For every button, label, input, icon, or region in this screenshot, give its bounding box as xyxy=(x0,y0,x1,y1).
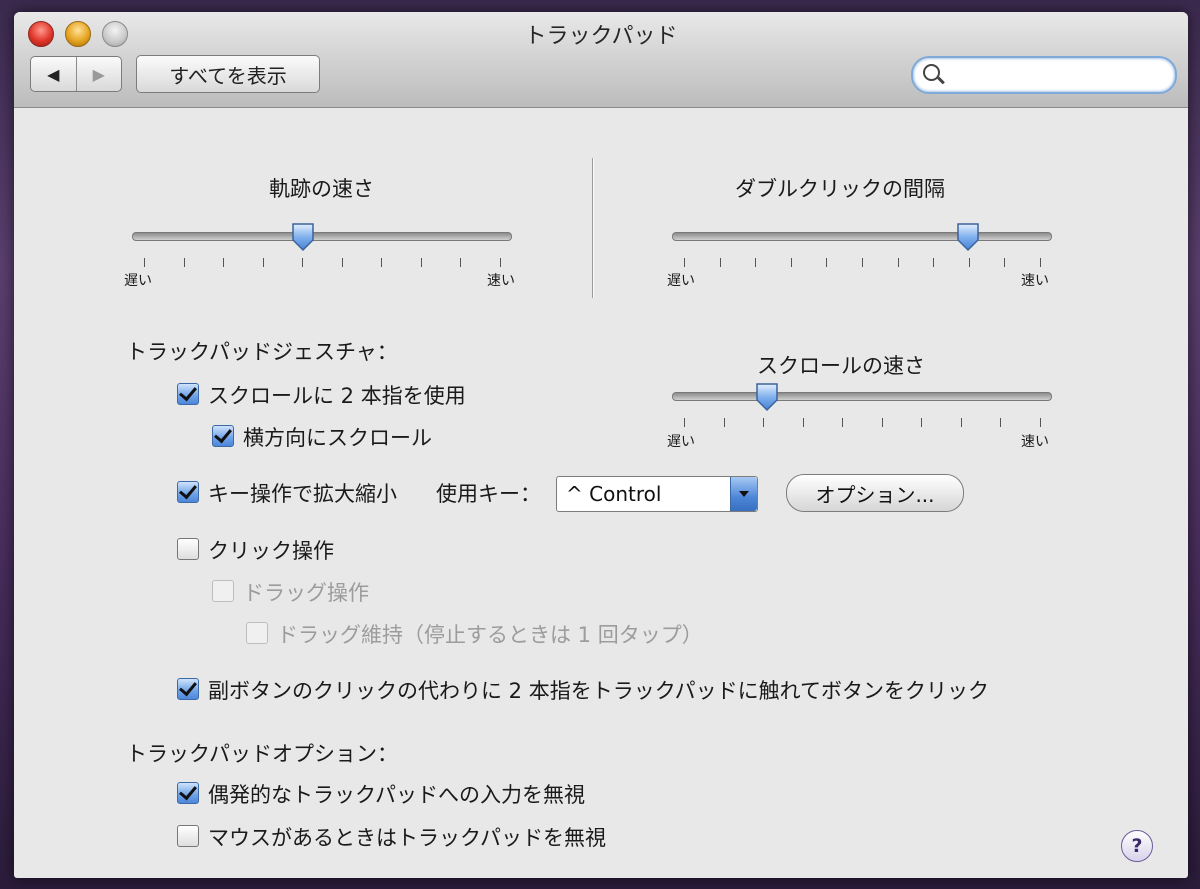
horizontal-scroll-label: 横方向にスクロール xyxy=(243,426,432,450)
slider-tick xyxy=(183,258,185,267)
slider-tick xyxy=(723,418,725,427)
tracking-max-label: 速い xyxy=(487,273,515,289)
search-icon xyxy=(923,64,940,81)
slider-tick xyxy=(968,258,970,267)
slider-track xyxy=(132,232,512,241)
ignore-accidental-checkbox[interactable] xyxy=(177,782,199,804)
preferences-content: 軌跡の速さ 遅い 速い ダブルクリックの間隔 遅い 速い トラックパッドジェスチ… xyxy=(14,108,1188,878)
slider-tick xyxy=(933,258,935,267)
dragging-checkbox[interactable] xyxy=(212,580,234,602)
slider-ticks xyxy=(132,258,512,268)
slider-tick xyxy=(842,418,844,427)
clicking-checkbox[interactable] xyxy=(177,538,199,560)
slider-track xyxy=(672,392,1052,401)
scroll-speed-slider[interactable] xyxy=(672,382,1052,434)
gestures-heading: トラックパッドジェスチャ： xyxy=(126,340,398,364)
slider-tick xyxy=(790,258,792,267)
slider-ticks xyxy=(672,258,1052,268)
forward-arrow-icon: ▶ xyxy=(92,64,105,84)
scroll-speed-min-label: 遅い xyxy=(667,434,695,450)
modifier-key-label: 使用キー： xyxy=(436,482,541,506)
two-finger-scroll-label: スクロールに 2 本指を使用 xyxy=(208,384,466,408)
dragging-label: ドラッグ操作 xyxy=(243,581,369,605)
slider-tick xyxy=(755,258,757,267)
slider-tick xyxy=(826,258,828,267)
slider-tick xyxy=(420,258,422,267)
slider-tick xyxy=(897,258,899,267)
forward-button[interactable]: ▶ xyxy=(75,57,122,91)
slider-tick xyxy=(144,258,145,267)
double-click-min-label: 遅い xyxy=(667,273,695,289)
tracking-speed-label: 軌跡の速さ xyxy=(269,177,374,201)
zoom-checkbox[interactable] xyxy=(177,481,199,503)
slider-track xyxy=(672,232,1052,241)
options-heading: トラックパッドオプション： xyxy=(126,742,398,766)
double-click-max-label: 速い xyxy=(1021,273,1049,289)
slider-tick xyxy=(684,258,685,267)
chevron-down-icon xyxy=(730,477,757,511)
title-bar: トラックパッド ◀ ▶ すべてを表示 xyxy=(14,12,1188,108)
slider-tick xyxy=(302,258,304,267)
slider-tick xyxy=(1040,418,1041,427)
slider-tick xyxy=(684,418,685,427)
search-field[interactable] xyxy=(911,56,1177,94)
slider-tick xyxy=(381,258,383,267)
secondary-click-label: 副ボタンのクリックの代わりに 2 本指をトラックパッドに触れてボタンをクリック xyxy=(208,679,990,703)
slider-thumb[interactable] xyxy=(956,222,980,252)
slider-tick xyxy=(862,258,863,267)
slider-ticks xyxy=(672,418,1052,428)
ignore-with-mouse-checkbox[interactable] xyxy=(177,825,199,847)
slider-tick xyxy=(719,258,721,267)
slider-thumb[interactable] xyxy=(291,222,315,252)
ignore-with-mouse-label: マウスがあるときはトラックパッドを無視 xyxy=(208,826,606,850)
drag-lock-label: ドラッグ維持（停止するときは 1 回タップ） xyxy=(277,623,703,647)
search-input[interactable] xyxy=(947,62,1166,88)
slider-tick xyxy=(1000,418,1002,427)
clicking-label: クリック操作 xyxy=(208,539,334,563)
double-click-slider[interactable] xyxy=(672,222,1052,274)
slider-tick xyxy=(960,418,962,427)
scroll-speed-label: スクロールの速さ xyxy=(757,354,925,378)
two-finger-scroll-checkbox[interactable] xyxy=(177,383,199,405)
tracking-min-label: 遅い xyxy=(124,273,152,289)
slider-thumb[interactable] xyxy=(755,382,779,412)
scroll-speed-max-label: 速い xyxy=(1021,434,1049,450)
double-click-label: ダブルクリックの間隔 xyxy=(735,177,945,201)
secondary-click-checkbox[interactable] xyxy=(177,678,199,700)
slider-tick xyxy=(262,258,264,267)
slider-tick xyxy=(802,418,804,427)
vertical-divider xyxy=(592,158,594,298)
horizontal-scroll-checkbox[interactable] xyxy=(212,425,234,447)
zoom-label: キー操作で拡大縮小 xyxy=(208,482,397,506)
back-button[interactable]: ◀ xyxy=(31,57,76,91)
slider-tick xyxy=(500,258,501,267)
window-title: トラックパッド xyxy=(524,24,678,49)
slider-tick xyxy=(1040,258,1041,267)
slider-tick xyxy=(223,258,225,267)
slider-tick xyxy=(881,418,883,427)
slider-tick xyxy=(1004,258,1006,267)
ignore-accidental-label: 偶発的なトラックパッドへの入力を無視 xyxy=(208,783,585,807)
slider-tick xyxy=(763,418,765,427)
tracking-speed-slider[interactable] xyxy=(132,222,512,274)
back-arrow-icon: ◀ xyxy=(47,64,60,84)
preferences-window: トラックパッド ◀ ▶ すべてを表示 軌跡の速さ 遅い 速い ダブルクリックの間… xyxy=(14,12,1188,878)
modifier-key-value: ^ Control xyxy=(566,482,662,506)
modifier-key-select[interactable]: ^ Control xyxy=(556,476,758,512)
options-button[interactable]: オプション... xyxy=(786,474,964,512)
nav-segmented-control: ◀ ▶ xyxy=(30,56,122,92)
show-all-button[interactable]: すべてを表示 xyxy=(136,55,320,93)
slider-tick xyxy=(460,258,462,267)
help-button[interactable]: ? xyxy=(1121,830,1153,862)
drag-lock-checkbox[interactable] xyxy=(246,622,268,644)
slider-tick xyxy=(341,258,343,267)
slider-tick xyxy=(921,418,923,427)
